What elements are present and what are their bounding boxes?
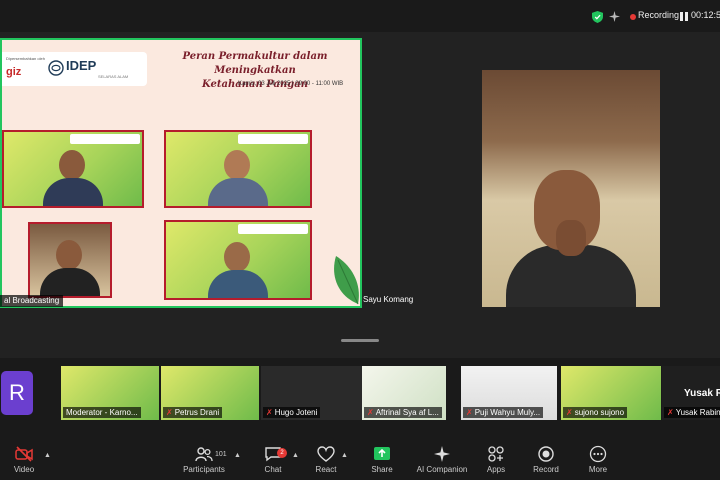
- more-dots-icon: [589, 445, 607, 463]
- video-label: Video: [13, 465, 35, 474]
- idep-subtitle: SELARAS ALAM: [98, 74, 129, 79]
- slide-speaker-panel: [2, 130, 144, 208]
- chat-label: Chat: [264, 465, 282, 474]
- panel-logo-strip: [238, 134, 308, 144]
- thumbnail-name: Puji Wahyu Muly...: [474, 408, 541, 417]
- thumbnail-name: Petrus Drani: [174, 408, 220, 417]
- more-label: More: [588, 465, 608, 474]
- panel-logo-strip: [238, 224, 308, 234]
- participant-avatar[interactable]: R: [1, 371, 33, 415]
- video-options-chevron-icon[interactable]: ▲: [44, 452, 51, 459]
- thumbnail-name: Yusak Rabin...: [675, 408, 720, 417]
- apps-icon: [488, 446, 504, 462]
- slide-speaker-panel: [164, 220, 312, 300]
- participant-thumbnail[interactable]: ✗ sujono sujono: [561, 366, 661, 420]
- resize-handle[interactable]: [341, 339, 379, 342]
- share-name-label: al Broadcasting: [0, 295, 64, 307]
- idep-emblem-icon: [48, 60, 64, 76]
- participants-label: Participants: [183, 465, 225, 474]
- leaf-decoration-icon: [334, 256, 359, 305]
- idep-logo: IDEP: [66, 58, 97, 73]
- mic-off-icon: ✗: [367, 408, 374, 417]
- speaker-photo: [208, 148, 268, 206]
- more-button[interactable]: More: [568, 445, 628, 474]
- mic-off-icon: ✗: [466, 408, 473, 417]
- share-label: Share: [371, 465, 393, 474]
- participant-thumbnail[interactable]: ✗ Petrus Drani: [161, 366, 259, 420]
- speaker-photo: [208, 240, 268, 298]
- mic-off-icon: ✗: [667, 408, 674, 417]
- share-button[interactable]: Share: [352, 445, 412, 474]
- participant-thumbnail[interactable]: ✗ Aftrinal Sya af L...: [362, 366, 446, 420]
- speaker-photo: [40, 238, 100, 296]
- mic-off-icon: ✗: [566, 408, 573, 417]
- chat-unread-badge: 2: [277, 448, 287, 458]
- supported-by-text: Dipersembahkan oleh: [6, 56, 45, 61]
- ai-companion-label: AI Companion: [416, 465, 468, 474]
- heart-icon: [317, 446, 335, 462]
- participant-thumbnail[interactable]: ✗ Hugo Joteni: [261, 366, 367, 420]
- participant-thumbnail[interactable]: Moderator - Karno...: [61, 366, 159, 420]
- ai-companion-sparkle-icon: [434, 446, 450, 462]
- thumbnail-name-wrap: ✗ Petrus Drani: [163, 407, 223, 418]
- recording-label[interactable]: Recording: [638, 10, 679, 20]
- pause-icon[interactable]: [680, 12, 688, 21]
- thumbnail-name-wrap: ✗ Puji Wahyu Muly...: [463, 407, 544, 418]
- participant-name-label: Sayu Komang: [363, 295, 414, 304]
- mic-off-icon: ✗: [166, 408, 173, 417]
- mic-off-icon: ✗: [266, 408, 273, 417]
- share-screen-icon: [374, 447, 390, 460]
- record-icon: [538, 446, 554, 462]
- slide-title-line-1: Peran Permakultur dalam Meningkatkan: [182, 51, 328, 76]
- thumbnail-name-wrap: ✗ Aftrinal Sya af L...: [364, 407, 442, 418]
- participants-count: 101: [215, 451, 227, 458]
- slide-speaker-panel: [28, 222, 112, 298]
- ai-companion-button[interactable]: AI Companion: [412, 445, 472, 474]
- thumbnail-name: Hugo Joteni: [274, 408, 318, 417]
- chat-button[interactable]: Chat: [243, 445, 303, 474]
- shared-screen-tile[interactable]: Dipersembahkan oleh giz IDEP SELARAS ALA…: [0, 38, 362, 308]
- giz-logo: giz: [6, 66, 22, 78]
- thumbnail-name: Aftrinal Sya af L...: [375, 408, 439, 417]
- speaker-photo: [43, 148, 103, 206]
- slide-logo-banner: Dipersembahkan oleh giz IDEP SELARAS ALA…: [2, 52, 147, 86]
- participant-video-tile[interactable]: [482, 70, 660, 307]
- participant-display-name: Yusak R: [684, 388, 720, 399]
- video-off-icon: [15, 446, 33, 462]
- react-label: React: [315, 465, 337, 474]
- video-button[interactable]: Video: [0, 445, 54, 474]
- record-button[interactable]: Record: [516, 445, 576, 474]
- recording-dot-icon: [630, 14, 636, 20]
- thumbnail-name-wrap: ✗Yusak Rabin...: [664, 407, 720, 418]
- panel-logo-strip: [70, 134, 140, 144]
- participant-hand: [556, 220, 586, 256]
- react-options-chevron-icon[interactable]: ▲: [341, 452, 348, 459]
- participants-icon: [195, 447, 213, 462]
- recording-timer: 00:12:56: [691, 10, 720, 20]
- thumbnail-name: Moderator - Karno...: [63, 407, 141, 418]
- slide-speaker-panel: [164, 130, 312, 208]
- participants-button[interactable]: Participants: [174, 445, 234, 474]
- thumbnail-name-wrap: ✗ Hugo Joteni: [263, 407, 321, 418]
- thumbnail-name: sujono sujono: [574, 408, 625, 417]
- thumbnail-name-wrap: ✗ sujono sujono: [563, 407, 628, 418]
- react-button[interactable]: React: [296, 445, 356, 474]
- participant-thumbnail[interactable]: ✗ Puji Wahyu Muly...: [461, 366, 557, 420]
- sparkle-icon[interactable]: [609, 11, 620, 22]
- slide-date: Kamis, 03 Juli 2025 | 09:00 - 11:00 WIB: [238, 81, 344, 87]
- shield-check-icon[interactable]: [592, 11, 603, 23]
- participants-options-chevron-icon[interactable]: ▲: [234, 452, 241, 459]
- record-label: Record: [533, 465, 559, 474]
